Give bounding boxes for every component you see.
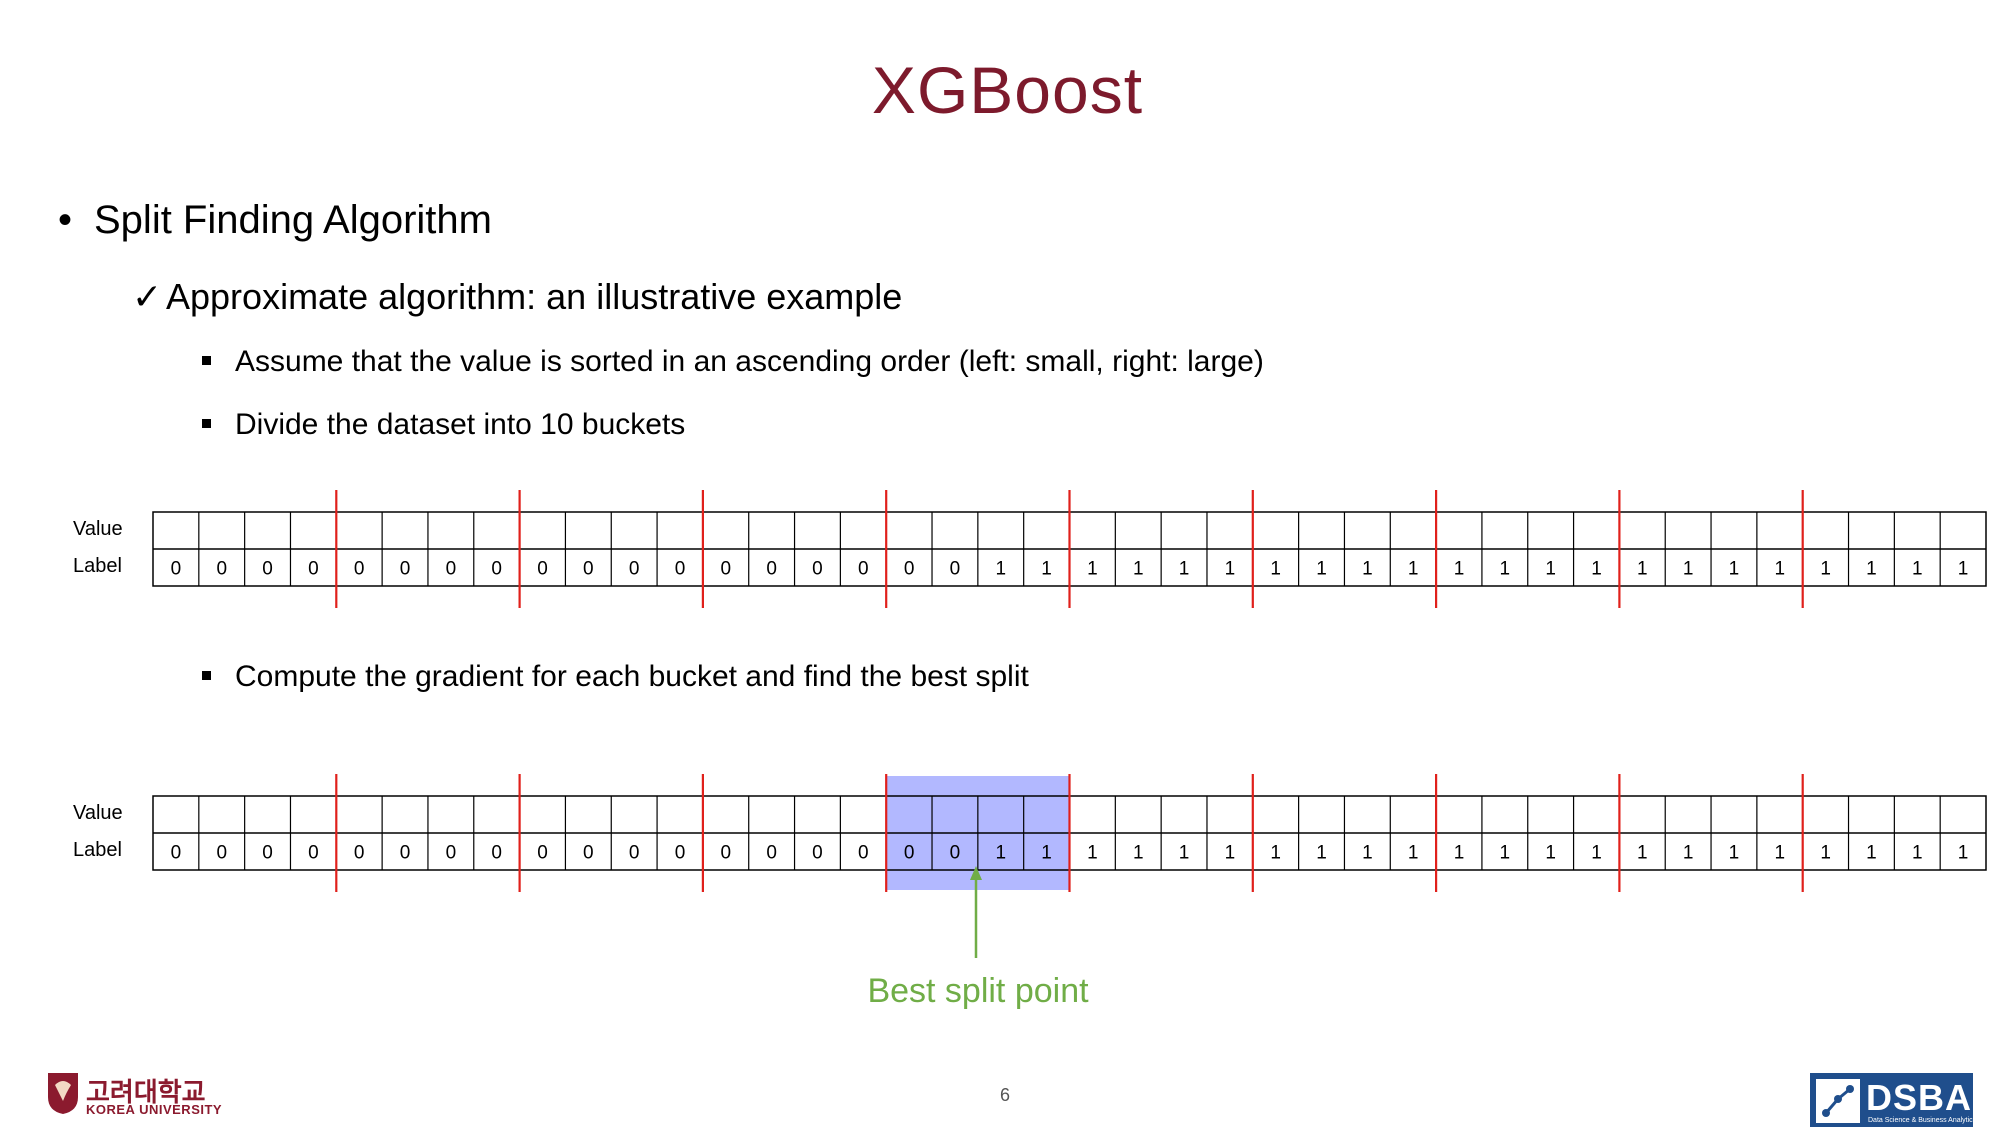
label-cell: 1	[1454, 843, 1465, 864]
label-cell: 1	[1316, 559, 1327, 580]
label-cell: 1	[1774, 559, 1785, 580]
label-cell: 1	[1912, 843, 1923, 864]
label-cell: 0	[904, 843, 915, 864]
label-cell: 0	[812, 843, 823, 864]
bucket-table-1: 0 0 0 0 0 0 0 0 0 0 0 0 0 0 0 0 0 0 1 1 1 1 1 1 1 1 1 1 1 1 1 1 1 1 1 1 1 1 1 1	[152, 490, 1987, 608]
label-cell: 0	[950, 843, 961, 864]
label-cell: 0	[675, 559, 686, 580]
label-cell: 1	[1225, 843, 1236, 864]
label-cell: 1	[1179, 559, 1190, 580]
label-cell: 1	[1729, 559, 1740, 580]
label-cell: 1	[1087, 559, 1098, 580]
label-cell: 1	[1270, 843, 1281, 864]
label-cell: 1	[1362, 843, 1373, 864]
label-cell: 0	[766, 559, 777, 580]
label-cell: 0	[308, 559, 319, 580]
label-cell: 0	[400, 559, 411, 580]
label-cell: 1	[1637, 843, 1648, 864]
label-cell: 0	[537, 559, 548, 580]
university-crest-icon	[48, 1073, 78, 1114]
label-cell: 0	[766, 843, 777, 864]
label-cell: 1	[1225, 559, 1236, 580]
label-cell: 0	[950, 559, 961, 580]
label-cell: 1	[1820, 843, 1831, 864]
label-cell: 1	[1133, 559, 1144, 580]
label-cell: 1	[1591, 843, 1602, 864]
label-cell: 0	[171, 559, 182, 580]
university-name-english: KOREA UNIVERSITY	[86, 1102, 223, 1117]
dsba-logo-text: DSBA	[1866, 1077, 1973, 1118]
label-cell: 0	[354, 843, 365, 864]
label-cell: 1	[1912, 559, 1923, 580]
label-cell: 0	[354, 559, 365, 580]
label-cell: 0	[171, 843, 182, 864]
label-cell: 1	[1866, 843, 1877, 864]
label-cell: 0	[446, 843, 457, 864]
bucket-table-2: 0 0 0 0 0 0 0 0 0 0 0 0 0 0 0 0 0 0 1 1 1 1 1 1 1 1 1 1 1 1 1 1 1 1 1 1 1 1 1 1	[152, 774, 1987, 892]
dsba-network-icon	[1816, 1079, 1860, 1123]
label-cell: 1	[1774, 843, 1785, 864]
label-cell: 0	[721, 559, 732, 580]
label-cell: 0	[491, 559, 502, 580]
label-cell: 1	[1683, 843, 1694, 864]
label-cell: 1	[1545, 843, 1556, 864]
label-cell: 1	[1729, 843, 1740, 864]
label-cell: 0	[262, 559, 273, 580]
label-cell: 0	[812, 559, 823, 580]
label-cell: 1	[1500, 559, 1511, 580]
label-cell: 1	[1270, 559, 1281, 580]
label-cell: 0	[629, 559, 640, 580]
label-cell: 1	[1958, 559, 1969, 580]
best-split-arrow	[970, 866, 982, 958]
label-cell: 0	[629, 843, 640, 864]
label-cell: 0	[400, 843, 411, 864]
label-cell: 1	[1408, 843, 1419, 864]
bucket-diagram: 0 0 0 0 0 0 0 0 0 0 0 0 0 0 0 0 0 0 1 1 1 1 1 1 1 1 1 1 1 1 1 1 1 1 1 1 1 1 1 1…	[152, 490, 1987, 958]
label-cell: 1	[1041, 843, 1052, 864]
label-cell: 1	[995, 843, 1006, 864]
label-cell: 1	[1866, 559, 1877, 580]
best-split-label: Best split point	[867, 972, 1089, 1010]
label-cell: 0	[308, 843, 319, 864]
label-cell: 1	[1179, 843, 1190, 864]
label-cell: 1	[1958, 843, 1969, 864]
label-cell: 0	[446, 559, 457, 580]
label-cell: 0	[721, 843, 732, 864]
label-cell: 0	[537, 843, 548, 864]
label-cell: 1	[1087, 843, 1098, 864]
page-number: 6	[999, 1085, 1010, 1105]
label-cell: 1	[1362, 559, 1373, 580]
dsba-logo: DSBA Data Science & Business Analytics	[1810, 1073, 1977, 1127]
label-cell: 1	[1683, 559, 1694, 580]
label-cell: 0	[583, 559, 594, 580]
label-cell: 1	[1820, 559, 1831, 580]
label-cell: 1	[1500, 843, 1511, 864]
label-cell: 1	[1133, 843, 1144, 864]
label-cell: 1	[1591, 559, 1602, 580]
label-cell: 0	[491, 843, 502, 864]
label-cell: 0	[583, 843, 594, 864]
label-cell: 1	[1041, 559, 1052, 580]
label-cell: 1	[1408, 559, 1419, 580]
label-cell: 1	[1637, 559, 1648, 580]
label-cell: 1	[1316, 843, 1327, 864]
label-cell: 0	[216, 559, 227, 580]
label-cell: 0	[858, 559, 869, 580]
dsba-logo-subtitle: Data Science & Business Analytics	[1868, 1117, 1977, 1124]
label-cell: 0	[216, 843, 227, 864]
label-cell: 1	[1454, 559, 1465, 580]
label-cell: 1	[995, 559, 1006, 580]
label-cell: 0	[675, 843, 686, 864]
label-cell: 1	[1545, 559, 1556, 580]
label-cell: 0	[858, 843, 869, 864]
label-cell: 0	[904, 559, 915, 580]
label-cell: 0	[262, 843, 273, 864]
